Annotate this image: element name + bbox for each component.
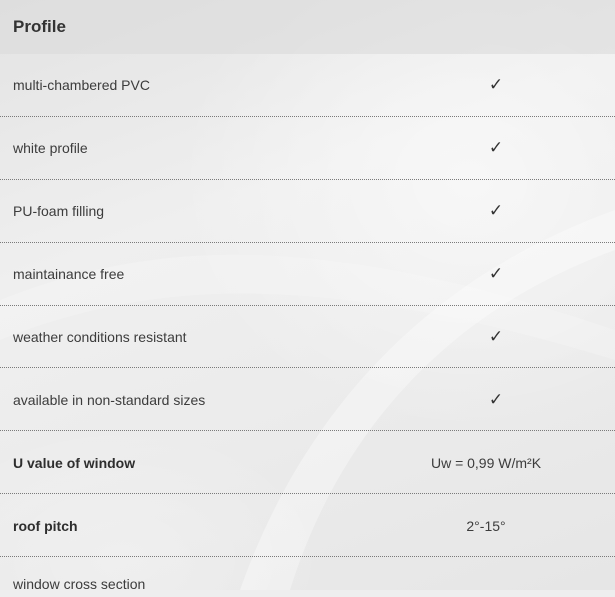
check-icon: ✓ xyxy=(488,75,504,96)
row-label: PU-foam filling xyxy=(13,203,105,220)
row-value: ✓ xyxy=(357,75,615,95)
roof-pitch-value: 2°-15° xyxy=(466,517,506,534)
table-row: multi-chambered PVC ✓ xyxy=(0,54,615,117)
row-value: ✓ xyxy=(357,390,615,410)
u-value: Uw = 0,99 W/m²K xyxy=(430,454,542,471)
row-label: white profile xyxy=(13,140,88,157)
profile-spec-table: Profile multi-chambered PVC ✓ white prof… xyxy=(0,0,615,592)
check-icon: ✓ xyxy=(488,264,504,285)
row-label: maintainance free xyxy=(13,266,125,283)
check-icon: ✓ xyxy=(488,389,504,410)
row-value: ✓ xyxy=(357,201,615,221)
row-value: ✓ xyxy=(357,264,615,284)
table-header: Profile xyxy=(0,0,615,54)
check-icon: ✓ xyxy=(488,201,504,222)
table-title: Profile xyxy=(13,17,66,36)
table-row: white profile ✓ xyxy=(0,117,615,180)
row-value: ✓ xyxy=(357,138,615,158)
table-row: maintainance free ✓ xyxy=(0,243,615,306)
row-label: multi-chambered PVC xyxy=(13,77,150,94)
check-icon: ✓ xyxy=(488,327,504,347)
table-row: roof pitch 2°-15° xyxy=(0,494,615,558)
row-label: roof pitch xyxy=(13,517,78,534)
row-label: U value of window xyxy=(13,454,136,471)
table-row: PU-foam filling ✓ xyxy=(0,180,615,243)
row-label: available in non-standard sizes xyxy=(13,391,206,408)
table-row: U value of window Uw = 0,99 W/m²K xyxy=(0,431,615,495)
table-row: window cross section xyxy=(0,557,615,597)
table-row: available in non-standard sizes ✓ xyxy=(0,368,615,432)
row-value: ✓ xyxy=(357,327,615,347)
check-icon: ✓ xyxy=(488,138,504,159)
row-label: weather conditions resistant xyxy=(13,329,187,345)
table-row: weather conditions resistant ✓ xyxy=(0,306,615,369)
